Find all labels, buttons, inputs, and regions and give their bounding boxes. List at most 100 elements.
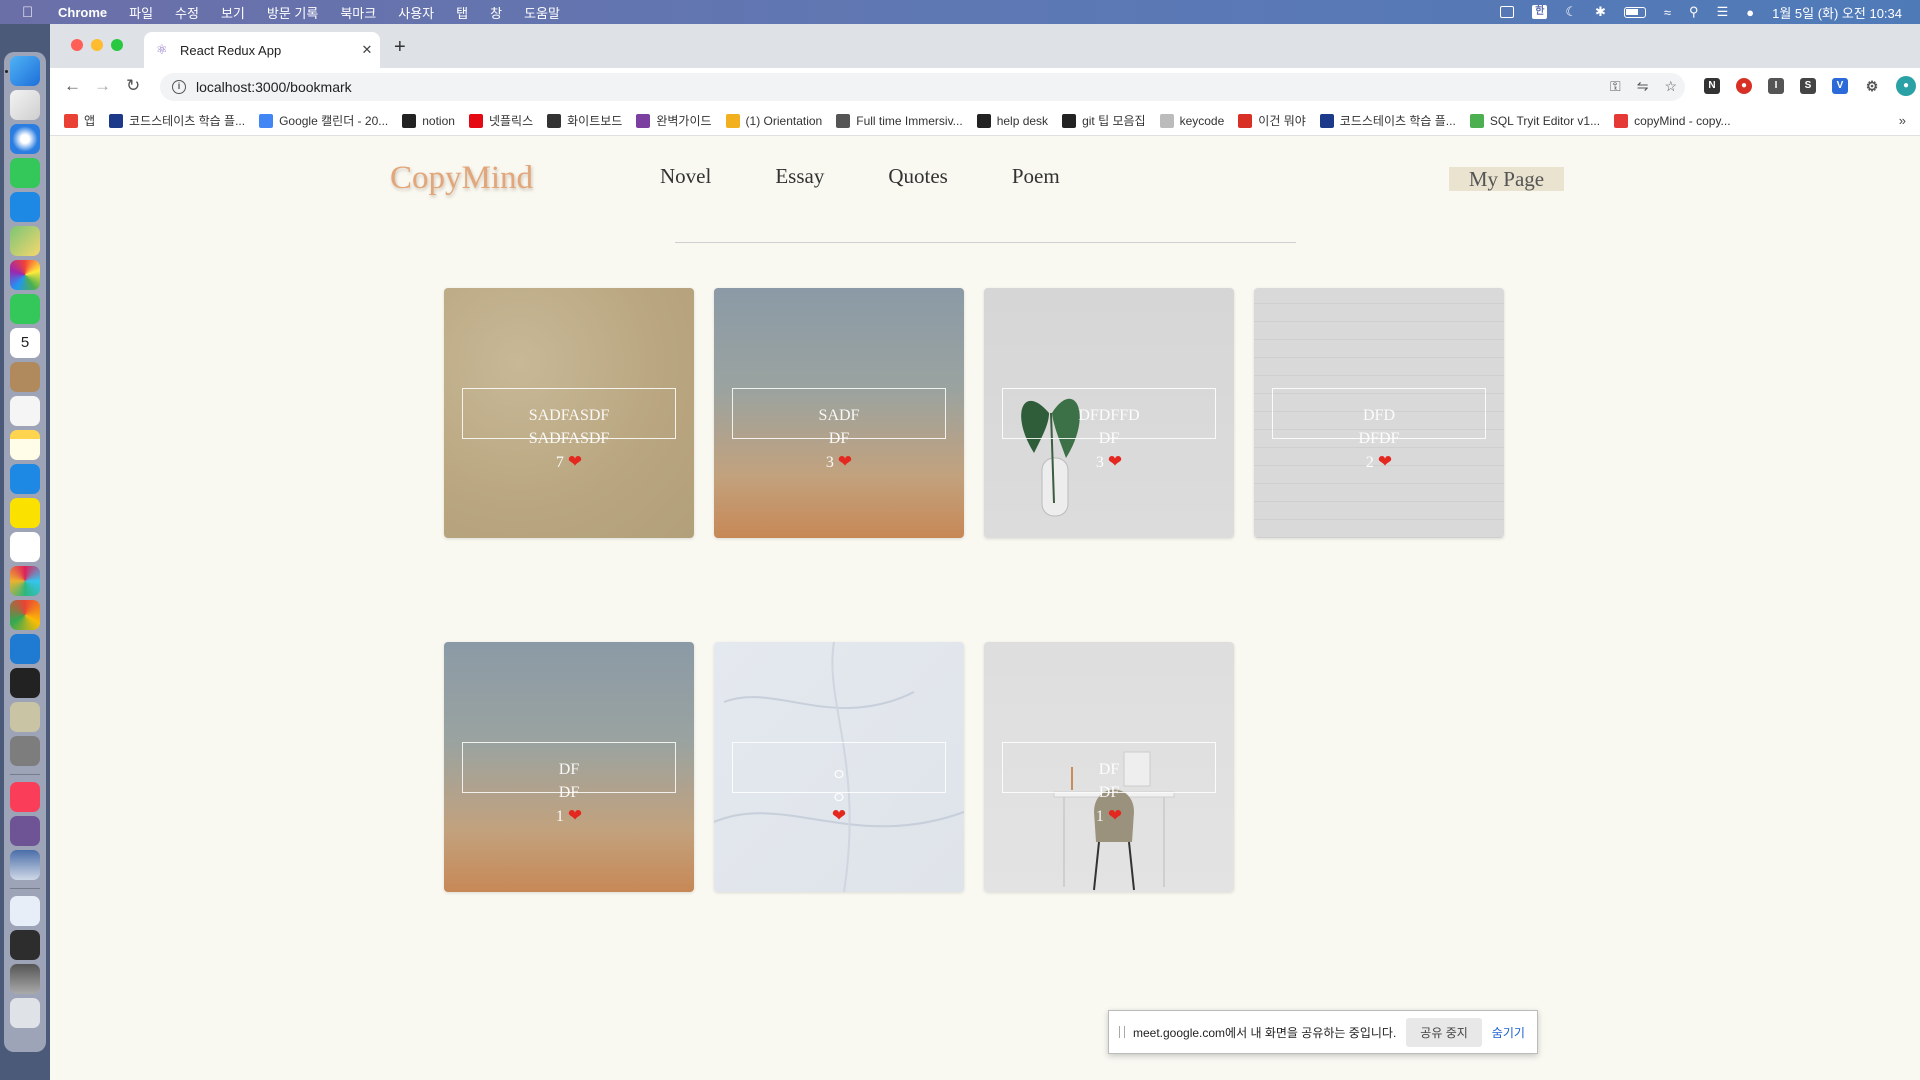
extension-icon[interactable]: I xyxy=(1768,78,1784,94)
menu-history[interactable]: 방문 기록 xyxy=(267,3,318,22)
bookmark-card[interactable]: DF DF 1 ❤ xyxy=(984,642,1234,892)
safari-icon[interactable] xyxy=(10,124,40,154)
input-source-icon[interactable]: 한 xyxy=(1532,5,1548,19)
menu-file[interactable]: 파일 xyxy=(129,3,153,22)
bookmark-card[interactable]: ㅇ ㅇ ❤ xyxy=(714,642,964,892)
maps-icon[interactable] xyxy=(10,226,40,256)
bookmark-item[interactable]: help desk xyxy=(976,113,1048,128)
menu-help[interactable]: 도움말 xyxy=(524,3,560,22)
bookmark-item[interactable]: 코드스테이츠 학습 플... xyxy=(109,112,245,129)
menu-tab[interactable]: 탭 xyxy=(456,3,468,22)
bookmark-card[interactable]: DFD DFDF 2 ❤ xyxy=(1254,288,1504,538)
bookmark-card[interactable]: SADFASDF SADFASDF 7 ❤ xyxy=(444,288,694,538)
control-center-icon[interactable]: ☰ xyxy=(1717,4,1729,20)
clock[interactable]: 1월 5일 (화) 오전 10:34 xyxy=(1772,3,1902,22)
slack-icon[interactable] xyxy=(10,566,40,596)
finder-icon[interactable] xyxy=(10,56,40,86)
photos-icon[interactable] xyxy=(10,260,40,290)
url-text[interactable]: localhost:3000/bookmark xyxy=(196,79,352,95)
my-page-button[interactable]: My Page xyxy=(1449,167,1564,191)
more-bookmarks-button[interactable]: » xyxy=(1899,113,1906,128)
bookmark-item[interactable]: 넷플릭스 xyxy=(468,112,533,129)
extension-icon[interactable]: N xyxy=(1704,78,1720,94)
translate-icon[interactable]: ⇋ xyxy=(1637,78,1649,95)
heart-icon[interactable]: ❤ xyxy=(568,452,582,471)
new-tab-button[interactable]: + xyxy=(394,36,406,59)
bluetooth-icon[interactable]: ✱ xyxy=(1595,4,1606,20)
reload-icon[interactable]: ↻ xyxy=(126,76,140,96)
calendar-icon[interactable]: 5 xyxy=(10,328,40,358)
bookmark-item[interactable]: (1) Orientation xyxy=(725,113,822,128)
apple-icon[interactable]:  xyxy=(22,4,40,21)
bookmark-star-icon[interactable]: ☆ xyxy=(1664,78,1677,95)
bookmark-item[interactable]: 화이트보드 xyxy=(547,112,622,129)
menu-people[interactable]: 사용자 xyxy=(398,3,434,22)
bookmark-item[interactable]: 이건 뭐야 xyxy=(1238,112,1306,129)
recent-window-icon[interactable] xyxy=(10,930,40,960)
moon-icon[interactable]: ☾ xyxy=(1565,4,1577,20)
wifi-icon[interactable]: ≈ xyxy=(1664,5,1671,20)
heart-icon[interactable]: ❤ xyxy=(838,452,852,471)
heart-icon[interactable]: ❤ xyxy=(1378,452,1392,471)
nav-essay[interactable]: Essay xyxy=(775,164,824,189)
menu-window[interactable]: 창 xyxy=(490,3,502,22)
puzzle-icon[interactable]: ⚙ xyxy=(1864,78,1880,94)
reminders-icon[interactable] xyxy=(10,396,40,426)
minimize-window-button[interactable] xyxy=(91,39,103,51)
bookmark-item[interactable]: 앱 xyxy=(64,112,95,129)
bookmark-item[interactable]: Google 캘린더 - 20... xyxy=(259,112,388,129)
system-preferences-icon[interactable] xyxy=(10,736,40,766)
tab-react-redux-app[interactable]: ⚛ React Redux App ✕ xyxy=(144,32,380,68)
numbers-icon[interactable] xyxy=(10,532,40,562)
facetime-icon[interactable] xyxy=(10,294,40,324)
extension-icon[interactable]: ● xyxy=(1736,78,1752,94)
close-window-button[interactable] xyxy=(71,39,83,51)
forward-icon[interactable]: → xyxy=(94,76,111,96)
vscode-icon[interactable] xyxy=(10,634,40,664)
menu-edit[interactable]: 수정 xyxy=(175,3,199,22)
contacts-icon[interactable] xyxy=(10,362,40,392)
mail-icon[interactable] xyxy=(10,192,40,222)
bookmark-item[interactable]: copyMind - copy... xyxy=(1614,113,1731,128)
bookmark-card[interactable]: SADF DF 3 ❤ xyxy=(714,288,964,538)
preview-icon[interactable] xyxy=(10,702,40,732)
back-icon[interactable]: ← xyxy=(64,76,81,96)
site-logo[interactable]: CopyMind xyxy=(390,160,533,197)
stop-sharing-button[interactable]: 공유 중지 xyxy=(1406,1017,1482,1047)
address-bar[interactable]: i localhost:3000/bookmark ⚿ ⇋ ☆ xyxy=(160,73,1685,101)
nav-novel[interactable]: Novel xyxy=(660,164,711,189)
zoom-window-button[interactable] xyxy=(111,39,123,51)
spotlight-icon[interactable]: ⚲ xyxy=(1689,4,1699,20)
hide-button[interactable]: 숨기기 xyxy=(1492,1024,1525,1041)
music-icon[interactable] xyxy=(10,782,40,812)
launchpad-icon[interactable] xyxy=(10,90,40,120)
github-desktop-icon[interactable] xyxy=(10,816,40,846)
close-tab-icon[interactable]: ✕ xyxy=(354,42,380,58)
extension-icon[interactable]: V xyxy=(1832,78,1848,94)
menu-bookmarks[interactable]: 북마크 xyxy=(340,3,376,22)
screenshot-icon[interactable] xyxy=(10,850,40,880)
site-info-icon[interactable]: i xyxy=(172,80,186,94)
bookmark-item[interactable]: 코드스테이츠 학습 플... xyxy=(1319,112,1456,129)
nav-poem[interactable]: Poem xyxy=(1012,164,1060,189)
kakaotalk-icon[interactable] xyxy=(10,498,40,528)
bookmark-item[interactable]: Full time Immersiv... xyxy=(836,113,963,128)
heart-icon[interactable]: ❤ xyxy=(568,806,582,825)
notes-icon[interactable] xyxy=(10,430,40,460)
menu-app-name[interactable]: Chrome xyxy=(58,5,107,20)
menu-view[interactable]: 보기 xyxy=(221,3,245,22)
heart-icon[interactable]: ❤ xyxy=(1108,452,1122,471)
bookmark-item[interactable]: SQL Tryit Editor v1... xyxy=(1469,113,1600,128)
bookmark-item[interactable]: 완벽가이드 xyxy=(636,112,712,129)
user-icon[interactable]: ● xyxy=(1746,5,1754,20)
heart-icon[interactable]: ❤ xyxy=(832,806,846,825)
terminal-icon[interactable] xyxy=(10,668,40,698)
bookmark-card[interactable]: DFDFFD DF 3 ❤ xyxy=(984,288,1234,538)
battery-icon[interactable] xyxy=(1623,6,1646,18)
chrome-icon[interactable] xyxy=(10,600,40,630)
profile-avatar[interactable]: ● xyxy=(1896,76,1916,96)
bookmark-item[interactable]: notion xyxy=(402,113,455,128)
bookmark-item[interactable]: git 팁 모음집 xyxy=(1062,112,1146,129)
recent-window-icon[interactable] xyxy=(10,964,40,994)
bookmark-item[interactable]: keycode xyxy=(1159,113,1224,128)
